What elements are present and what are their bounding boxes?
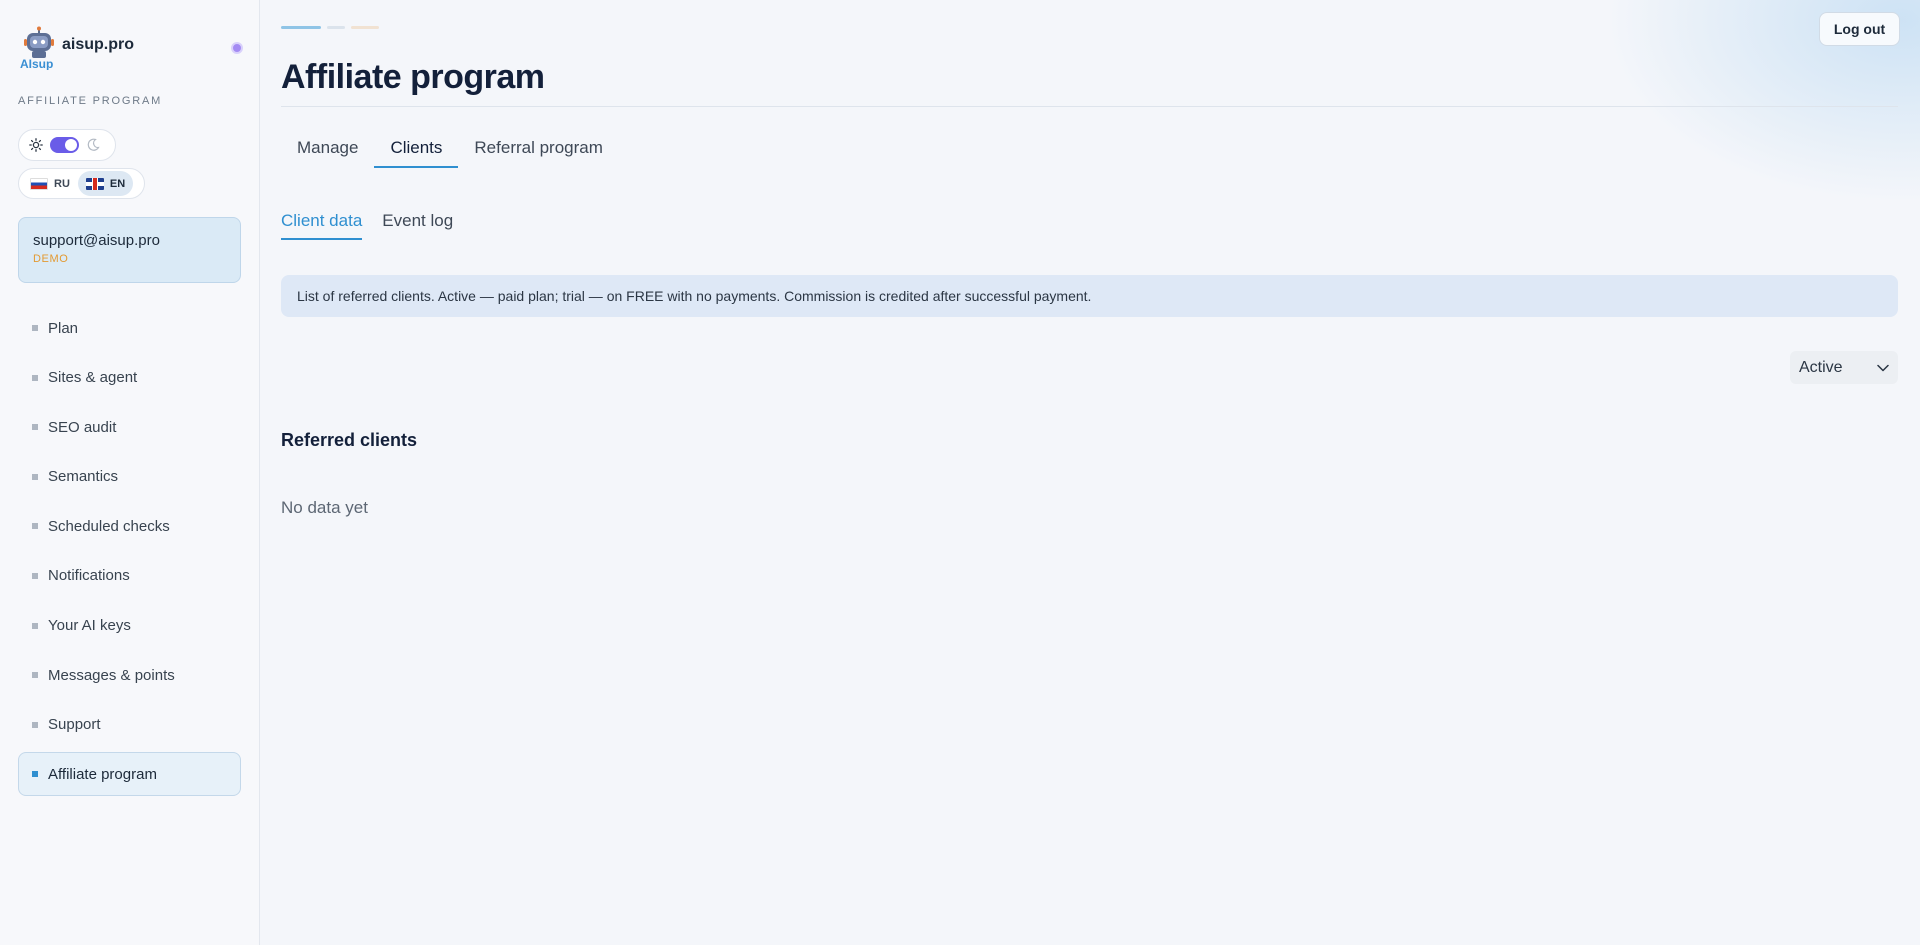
status-indicator-icon: [231, 42, 243, 54]
sidebar-item-sites-agent[interactable]: Sites & agent: [18, 356, 241, 400]
logout-button[interactable]: Log out: [1819, 12, 1900, 46]
bullet-icon: [32, 523, 38, 530]
sidebar-item-support[interactable]: Support: [18, 703, 241, 747]
progress-step-active: [281, 26, 321, 29]
bullet-icon: [32, 325, 38, 331]
divider: [281, 106, 1898, 107]
bullet-icon: [32, 622, 38, 629]
brand-name: aisup.pro: [62, 36, 135, 53]
tab-clients[interactable]: Clients: [374, 130, 459, 168]
tab-manage[interactable]: Manage: [281, 130, 374, 168]
brand[interactable]: AIsup aisup.pro: [20, 26, 135, 71]
sidebar-item-label: Scheduled checks: [48, 517, 170, 535]
status-filter-select[interactable]: Active: [1790, 351, 1898, 384]
lang-ru-button[interactable]: RU: [22, 171, 78, 196]
bullet-icon: [32, 572, 38, 579]
referred-clients-title: Referred clients: [281, 430, 418, 450]
theme-switch[interactable]: [50, 137, 79, 153]
sidebar-item-ai-keys[interactable]: Your AI keys: [18, 604, 241, 648]
sidebar-item-label: SEO audit: [48, 418, 117, 436]
info-banner: List of referred clients. Active — paid …: [281, 275, 1898, 317]
user-card[interactable]: support@aisup.pro DEMO: [18, 217, 241, 283]
bullet-icon: [32, 771, 38, 778]
sidebar-item-label: Your AI keys: [48, 617, 131, 635]
sun-icon: [29, 138, 43, 152]
sidebar-item-label: Notifications: [48, 567, 130, 585]
brand-logo-text: AIsup: [20, 57, 53, 70]
subtab-event-log[interactable]: Event log: [382, 204, 453, 240]
sidebar-item-label: Messages & points: [48, 666, 175, 684]
lang-en-label: EN: [109, 177, 126, 190]
uk-flag-icon: [85, 177, 104, 190]
status-filter-value: Active: [1799, 358, 1843, 376]
main-tabs: Manage Clients Referral program: [281, 130, 619, 168]
language-switch: RU EN: [18, 168, 145, 199]
sidebar-item-plan[interactable]: Plan: [18, 306, 241, 350]
empty-state-text: No data yet: [281, 498, 368, 517]
robot-logo-icon: AIsup: [20, 26, 58, 71]
progress-step: [351, 26, 379, 29]
sidebar-item-messages-points[interactable]: Messages & points: [18, 653, 241, 697]
page-title: Affiliate program: [281, 58, 545, 96]
sidebar-item-scheduled-checks[interactable]: Scheduled checks: [18, 504, 241, 548]
bullet-icon: [32, 672, 38, 679]
sidebar-item-seo-audit[interactable]: SEO audit: [18, 405, 241, 449]
user-plan-badge: DEMO: [33, 253, 69, 265]
sidebar-item-label: Semantics: [48, 468, 119, 486]
sidebar-nav: Plan Sites & agent SEO audit Semantics S…: [18, 306, 241, 802]
sidebar-item-semantics[interactable]: Semantics: [18, 455, 241, 499]
sidebar-item-label: Plan: [48, 319, 79, 337]
lang-ru-label: RU: [54, 177, 70, 190]
bullet-icon: [32, 424, 38, 431]
subtab-client-data[interactable]: Client data: [281, 204, 363, 240]
sidebar-item-label: Affiliate program: [48, 765, 157, 783]
bullet-icon: [32, 473, 38, 480]
sidebar-item-notifications[interactable]: Notifications: [18, 554, 241, 598]
progress-indicator: [281, 26, 379, 29]
russia-flag-icon: [30, 177, 48, 190]
tab-referral-program[interactable]: Referral program: [458, 130, 619, 168]
sidebar: AIsup aisup.pro AFFILIATE PROGRAM RU EN …: [0, 0, 260, 945]
sidebar-item-label: Sites & agent: [48, 369, 138, 387]
user-email: support@aisup.pro: [33, 232, 160, 249]
lang-en-button[interactable]: EN: [77, 171, 134, 196]
sub-tabs: Client data Event log: [281, 204, 453, 240]
moon-icon: [87, 138, 100, 151]
progress-step: [327, 26, 345, 29]
chevron-down-icon: [1877, 364, 1889, 371]
bullet-icon: [32, 721, 38, 728]
sidebar-item-affiliate-program[interactable]: Affiliate program: [18, 752, 241, 797]
sidebar-item-label: Support: [48, 716, 101, 734]
main-content: Log out Affiliate program Manage Clients…: [261, 0, 1920, 945]
section-label: AFFILIATE PROGRAM: [18, 95, 163, 107]
theme-toggle[interactable]: [18, 129, 116, 161]
bullet-icon: [32, 374, 38, 381]
